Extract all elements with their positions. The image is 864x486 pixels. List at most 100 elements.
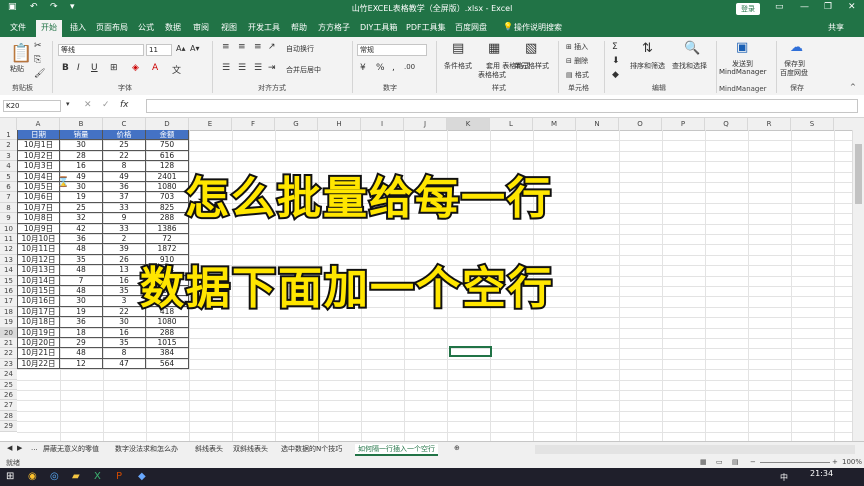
tab-pdf-tools[interactable]: PDF工具集 xyxy=(406,22,446,33)
tab-page-layout[interactable]: 页面布局 xyxy=(96,22,128,33)
table-cell[interactable]: 36 xyxy=(60,317,103,328)
table-cell[interactable]: 35 xyxy=(60,254,103,266)
table-header-cell[interactable]: 日期 xyxy=(17,130,60,141)
row-header-17[interactable]: 17 xyxy=(0,296,17,307)
table-cell[interactable]: 35 xyxy=(103,338,146,349)
zoom-slider[interactable] xyxy=(760,462,830,463)
row-header-12[interactable]: 12 xyxy=(0,244,17,255)
format-painter-icon[interactable]: 🖌 xyxy=(34,69,45,79)
column-header-q[interactable]: Q xyxy=(705,118,748,130)
table-cell[interactable]: 10月14日 xyxy=(17,275,60,286)
table-cell[interactable]: 10月10日 xyxy=(17,234,60,245)
row-header-24[interactable]: 24 xyxy=(0,369,17,380)
row-header-4[interactable]: 4 xyxy=(0,161,17,172)
cell-style-button[interactable]: 单元格样式 xyxy=(514,61,549,71)
row-header-8[interactable]: 8 xyxy=(0,202,17,214)
row-header-13[interactable]: 13 xyxy=(0,254,17,266)
share-button[interactable]: 共享 xyxy=(828,22,844,33)
table-cell[interactable]: 30 xyxy=(103,317,146,328)
autosum-icon[interactable]: Σ xyxy=(612,42,618,52)
find-select-icon[interactable]: 🔍 xyxy=(684,41,700,56)
table-format-icon[interactable]: ▦ xyxy=(488,41,500,56)
sheet-tab-select-tips[interactable]: 选中数据的N个技巧 xyxy=(278,444,345,454)
add-sheet-icon[interactable]: ⊕ xyxy=(451,444,463,452)
zoom-out-icon[interactable]: − xyxy=(750,458,756,466)
row-header-21[interactable]: 21 xyxy=(0,338,17,349)
tab-diy-toolbox[interactable]: DIY工具箱 xyxy=(360,22,397,33)
selected-cell-k20[interactable] xyxy=(449,346,492,357)
maximize-icon[interactable]: ❐ xyxy=(824,2,832,12)
row-header-26[interactable]: 26 xyxy=(0,390,17,401)
underline-icon[interactable]: U xyxy=(91,63,98,73)
table-cell[interactable]: 18 xyxy=(60,327,103,338)
row-header-22[interactable]: 22 xyxy=(0,348,17,359)
collapse-ribbon-icon[interactable]: ^ xyxy=(850,83,856,91)
font-name-select[interactable]: 等线 xyxy=(58,44,144,56)
table-cell[interactable]: 25 xyxy=(103,140,146,151)
table-cell[interactable]: 30 xyxy=(60,140,103,151)
table-cell[interactable]: 10月6日 xyxy=(17,192,60,203)
row-header-15[interactable]: 15 xyxy=(0,275,17,286)
row-header-20[interactable]: 20 xyxy=(0,327,17,338)
italic-icon[interactable]: I xyxy=(77,63,80,73)
column-header-b[interactable]: B xyxy=(60,118,103,130)
bold-icon[interactable]: B xyxy=(62,63,69,73)
clear-icon[interactable]: ◆ xyxy=(612,70,619,80)
sheet-tab-diagonal-header[interactable]: 斜线表头 xyxy=(192,444,226,454)
table-cell[interactable]: 288 xyxy=(146,213,189,224)
table-cell[interactable]: 33 xyxy=(103,202,146,214)
table-cell[interactable]: 48 xyxy=(60,244,103,255)
table-cell[interactable]: 2401 xyxy=(146,171,189,182)
column-header-f[interactable]: F xyxy=(232,118,275,130)
table-cell[interactable]: 28 xyxy=(60,150,103,162)
currency-icon[interactable]: ¥ xyxy=(360,63,366,73)
align-right-icon[interactable]: ☰ xyxy=(254,63,262,73)
column-header-p[interactable]: P xyxy=(662,118,705,130)
table-cell[interactable]: 10月22日 xyxy=(17,358,60,370)
cut-icon[interactable]: ✂ xyxy=(34,41,42,51)
table-cell[interactable]: 12 xyxy=(60,358,103,370)
row-header-28[interactable]: 28 xyxy=(0,410,17,422)
scroll-thumb[interactable] xyxy=(855,144,862,204)
tab-fangfang[interactable]: 方方格子 xyxy=(318,22,350,33)
sheet-tab-zero-value[interactable]: 屏蔽无意义的零值 xyxy=(40,444,102,454)
row-header-23[interactable]: 23 xyxy=(0,358,17,370)
sort-filter-button[interactable]: 排序和筛选 xyxy=(630,61,665,71)
align-left-icon[interactable]: ☰ xyxy=(222,63,230,73)
table-cell[interactable]: 22 xyxy=(103,150,146,162)
row-header-1[interactable]: 1 xyxy=(0,130,17,141)
powerpoint-icon[interactable]: P xyxy=(116,471,122,482)
table-cell[interactable]: 10月9日 xyxy=(17,223,60,234)
increase-font-icon[interactable]: A▴ xyxy=(176,44,186,53)
tab-formulas[interactable]: 公式 xyxy=(138,22,154,33)
align-center-icon[interactable]: ☰ xyxy=(238,63,246,73)
format-cells-button[interactable]: ▤ 格式 xyxy=(566,70,589,80)
table-cell[interactable]: 10月4日 xyxy=(17,171,60,182)
column-header-m[interactable]: M xyxy=(533,118,576,130)
tab-baidu-netdisk[interactable]: 百度网盘 xyxy=(455,22,487,33)
sheet-tab-sum-issue[interactable]: 数字没法求和怎么办 xyxy=(112,444,181,454)
column-header-i[interactable]: I xyxy=(361,118,404,130)
table-cell[interactable]: 1015 xyxy=(146,338,189,349)
sort-filter-icon[interactable]: ⇅ xyxy=(642,41,653,56)
table-cell[interactable]: 16 xyxy=(60,161,103,172)
align-bottom-icon[interactable]: ≡ xyxy=(254,42,262,52)
percent-icon[interactable]: % xyxy=(376,63,385,73)
sheet-tab-insert-blank-row[interactable]: 如何隔一行插入一个空行 xyxy=(355,444,438,456)
font-size-select[interactable]: 11 xyxy=(146,44,172,56)
table-cell[interactable]: 47 xyxy=(103,358,146,370)
row-header-5[interactable]: 5 xyxy=(0,171,17,182)
column-header-k[interactable]: K xyxy=(447,118,490,130)
chrome-icon[interactable]: ◉ xyxy=(28,471,37,482)
table-cell[interactable]: 1386 xyxy=(146,223,189,234)
find-select-button[interactable]: 查找和选择 xyxy=(672,61,707,71)
table-cell[interactable]: 10月12日 xyxy=(17,254,60,266)
row-header-14[interactable]: 14 xyxy=(0,265,17,276)
table-cell[interactable]: 16 xyxy=(103,327,146,338)
table-header-cell[interactable]: 金额 xyxy=(146,130,189,141)
table-header-cell[interactable]: 销量 xyxy=(60,130,103,141)
tab-file[interactable]: 文件 xyxy=(10,22,26,33)
row-header-18[interactable]: 18 xyxy=(0,306,17,318)
column-header-j[interactable]: J xyxy=(404,118,447,130)
row-header-9[interactable]: 9 xyxy=(0,213,17,224)
